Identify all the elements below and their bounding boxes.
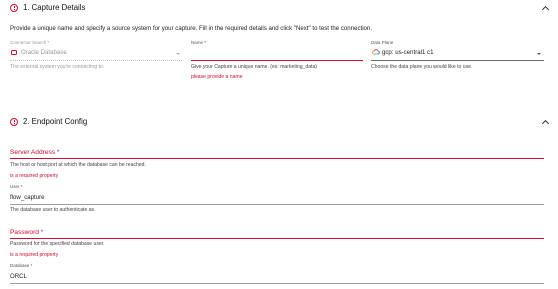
data-plane-helper: Choose the data plane you would like to …	[371, 64, 473, 70]
data-plane-value: gcp: us-central1 c1	[382, 48, 434, 56]
server-address-input[interactable]	[10, 158, 544, 159]
database-input-underline	[10, 283, 544, 284]
capture-name-label: Name *	[191, 40, 207, 45]
chevron-up-icon[interactable]	[541, 5, 550, 14]
gcp-cloud-icon	[372, 49, 380, 55]
server-address-label: Server Address *	[10, 149, 60, 156]
database-value[interactable]: ORCL	[10, 273, 27, 280]
capture-details-header[interactable]: 1. Capture Details	[10, 3, 85, 12]
password-input[interactable]	[10, 238, 544, 239]
password-helper: Password for the specified database user…	[10, 241, 105, 247]
user-label: User *	[10, 184, 23, 189]
capture-name-input[interactable]	[191, 60, 363, 61]
data-plane-underline	[371, 60, 544, 61]
caret-down-icon	[537, 53, 541, 55]
error-circle-icon	[10, 117, 18, 126]
endpoint-config-title: 2. Endpoint Config	[23, 117, 88, 126]
connector-search-value: Oracle Database	[21, 48, 67, 56]
capture-name-field[interactable]: Name * Give your Capture a unique name. …	[191, 40, 363, 85]
capture-name-error: please provide a name	[191, 74, 243, 80]
connector-search-label: Connector Search *	[10, 40, 50, 45]
connector-search-field[interactable]: Connector Search * Oracle Database The e…	[10, 40, 182, 75]
capture-details-title: 1. Capture Details	[23, 3, 86, 12]
user-value[interactable]: flow_capture	[10, 194, 45, 201]
server-address-error: is a required property	[10, 173, 59, 179]
user-input-underline	[10, 204, 544, 205]
password-label: Password *	[10, 229, 44, 236]
data-plane-label: Data Plane	[371, 40, 394, 45]
server-address-helper: The host or host:port at which the datab…	[10, 162, 146, 168]
error-circle-icon	[10, 3, 18, 12]
password-error: is a required property	[10, 252, 59, 258]
endpoint-config-header[interactable]: 2. Endpoint Config	[10, 117, 87, 126]
connector-search-helper: The external system you're connecting to…	[10, 64, 105, 70]
capture-intro: Provide a unique name and specify a sour…	[10, 25, 373, 32]
chevron-up-icon[interactable]	[541, 119, 550, 128]
caret-down-icon	[176, 53, 180, 55]
data-plane-select[interactable]: Data Plane gcp: us-central1 c1 Choose th…	[371, 40, 544, 75]
user-helper: The database user to authenticate as.	[10, 207, 96, 213]
connector-search-underline	[10, 60, 182, 61]
database-label: Database *	[10, 263, 33, 268]
oracle-database-icon	[11, 50, 17, 55]
capture-name-helper: Give your Capture a unique name. (ex: ma…	[191, 64, 317, 70]
